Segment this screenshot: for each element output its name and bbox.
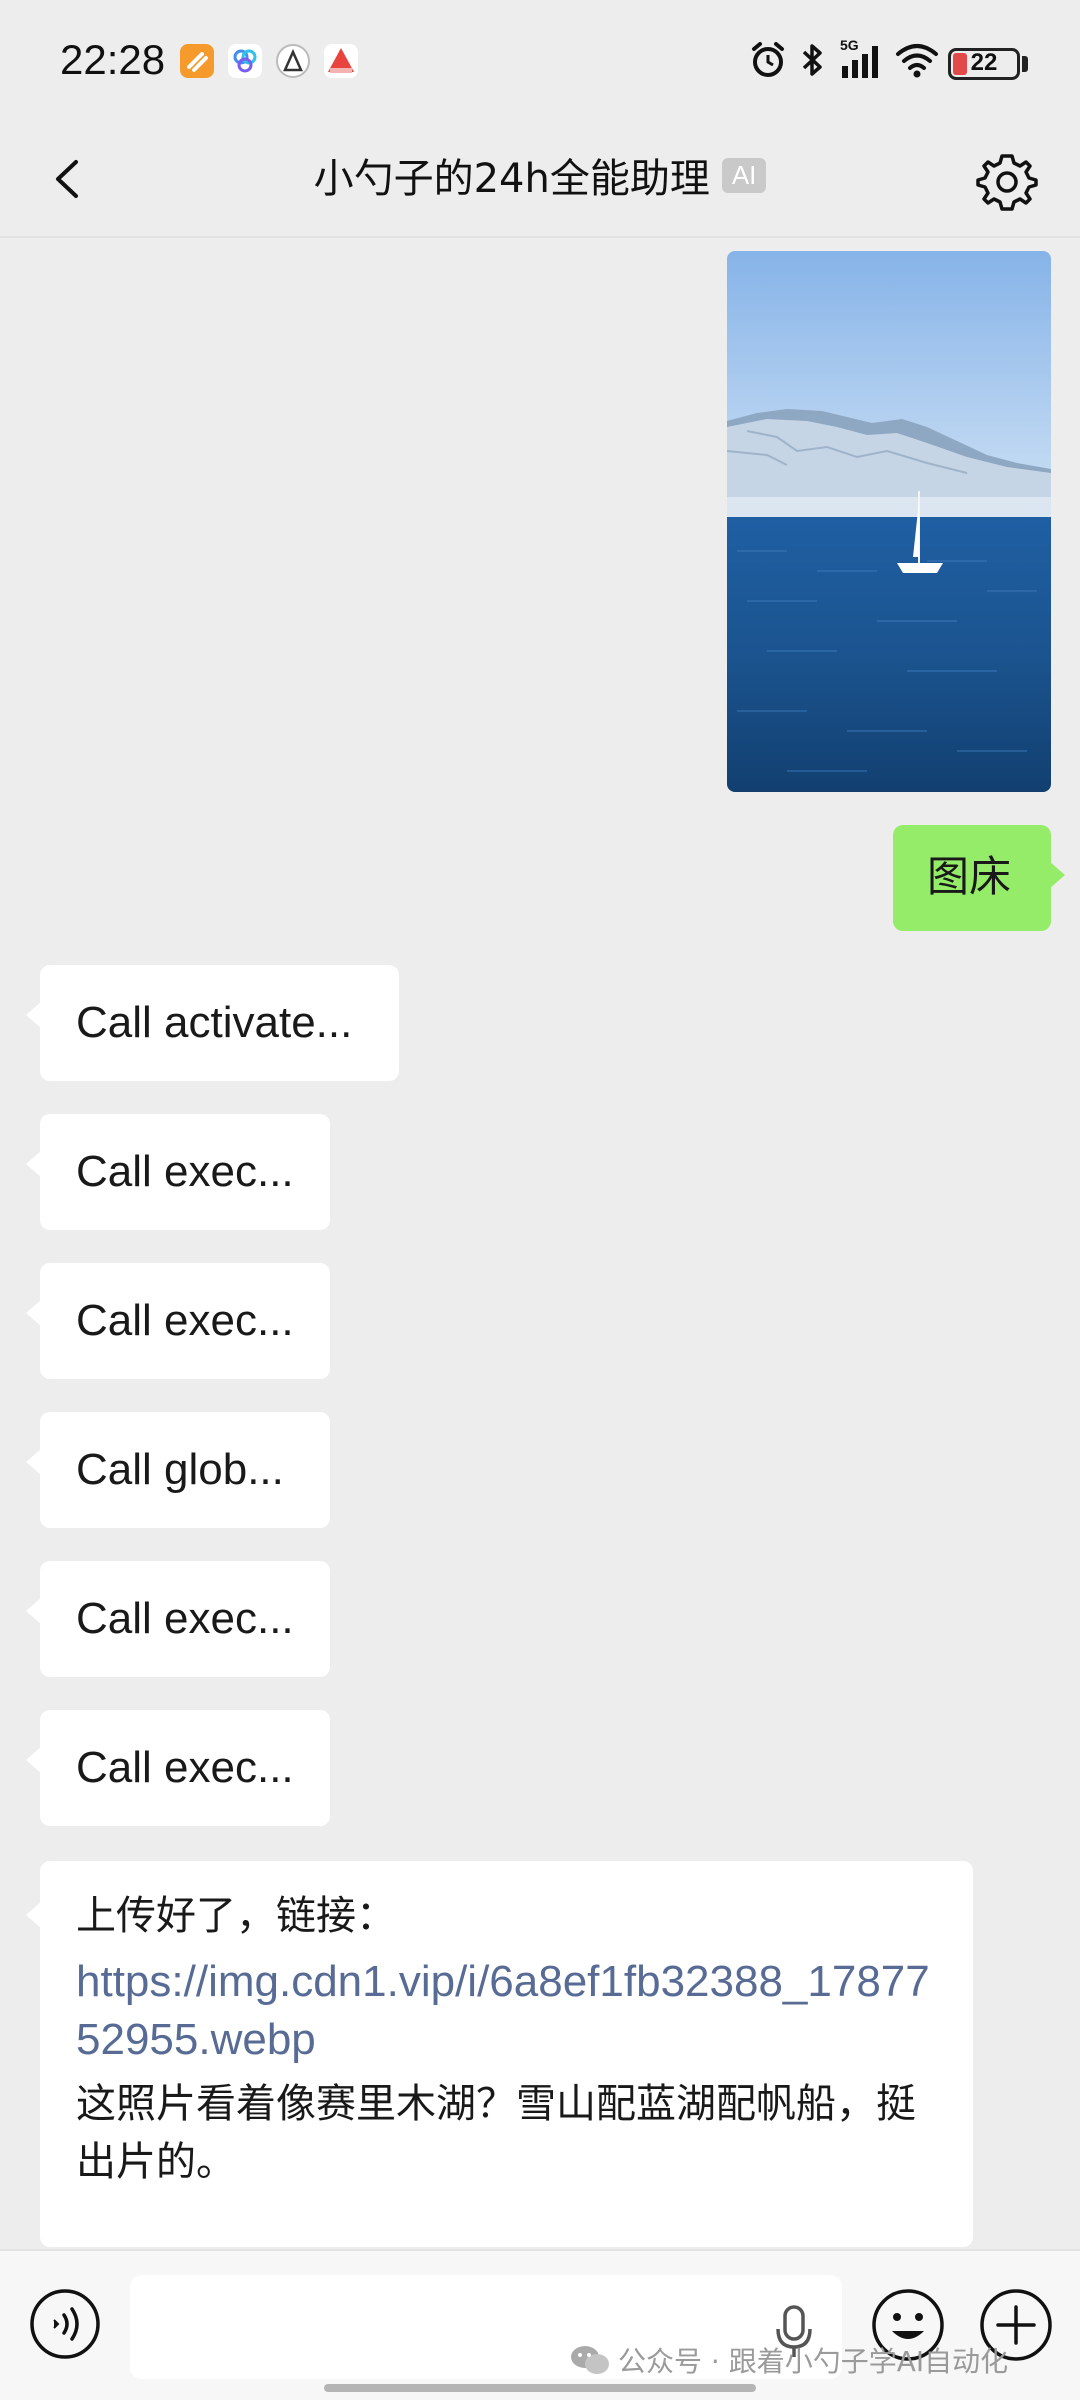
status-bar: 22:28 5G 22 (0, 0, 1080, 120)
call-bubble[interactable]: Call activate... (26, 965, 399, 1081)
svg-text:5G: 5G (840, 37, 859, 53)
call-bubble-text: Call exec... (76, 1147, 294, 1196)
call-bubble[interactable]: Call exec... (26, 1710, 330, 1826)
alarm-icon (748, 40, 788, 84)
upload-link[interactable]: https://img.cdn1.vip/i/6a8ef1fb32388_178… (76, 1953, 937, 2069)
outgoing-message-text: 图床 (927, 852, 1012, 901)
ai-badge: AI (721, 157, 767, 193)
status-time: 22:28 (60, 36, 166, 83)
voice-icon (30, 2289, 100, 2359)
assistant-reply-bubble[interactable]: 上传好了，链接： https://img.cdn1.vip/i/6a8ef1fb… (26, 1861, 973, 2247)
wifi-icon (894, 40, 940, 84)
wechat-icon (570, 2344, 610, 2383)
chat-header: 小勺子的24h全能助理 AI (0, 120, 1080, 238)
blue-app-icon (228, 44, 262, 78)
call-bubble[interactable]: Call glob... (26, 1412, 330, 1528)
call-bubble-text: Call glob... (76, 1445, 284, 1494)
outgoing-message-bubble[interactable]: 图床 (893, 825, 1065, 931)
orange-app-icon (180, 44, 214, 78)
call-bubble-text: Call exec... (76, 1594, 294, 1643)
home-indicator[interactable] (324, 2384, 756, 2392)
reply-body: 这照片看着像赛里木湖？雪山配蓝湖配帆船，挺出片的。 (76, 2081, 916, 2185)
watermark: 公众号 · 跟着小勺子学AI自动化 (570, 2340, 1008, 2383)
bluetooth-icon (798, 40, 828, 84)
gear-icon (976, 154, 1038, 211)
settings-button[interactable] (972, 144, 1042, 214)
signal-icon: 5G (840, 36, 886, 86)
call-bubble[interactable]: Call exec... (26, 1263, 330, 1379)
battery-icon: 22 (948, 48, 1020, 80)
watermark-text: 公众号 · 跟着小勺子学AI自动化 (618, 2345, 1009, 2378)
call-bubble-text: Call activate... (76, 998, 353, 1047)
call-bubble-text: Call exec... (76, 1743, 294, 1792)
battery-tip (1022, 56, 1028, 72)
gray-app-icon (276, 44, 310, 78)
chat-title-wrap: 小勺子的24h全能助理 AI (0, 146, 1080, 204)
reply-intro: 上传好了，链接： (76, 1893, 396, 1939)
call-bubble[interactable]: Call exec... (26, 1114, 330, 1230)
red-app-icon (324, 44, 358, 78)
chat-title: 小勺子的24h全能助理 (313, 156, 710, 202)
call-bubble[interactable]: Call exec... (26, 1561, 330, 1677)
lake-photo-image (727, 251, 1051, 792)
voice-toggle-button[interactable] (28, 2287, 102, 2361)
sent-lake-photo[interactable] (727, 251, 1051, 792)
battery-level: 22 (970, 49, 998, 76)
call-bubble-text: Call exec... (76, 1296, 294, 1345)
